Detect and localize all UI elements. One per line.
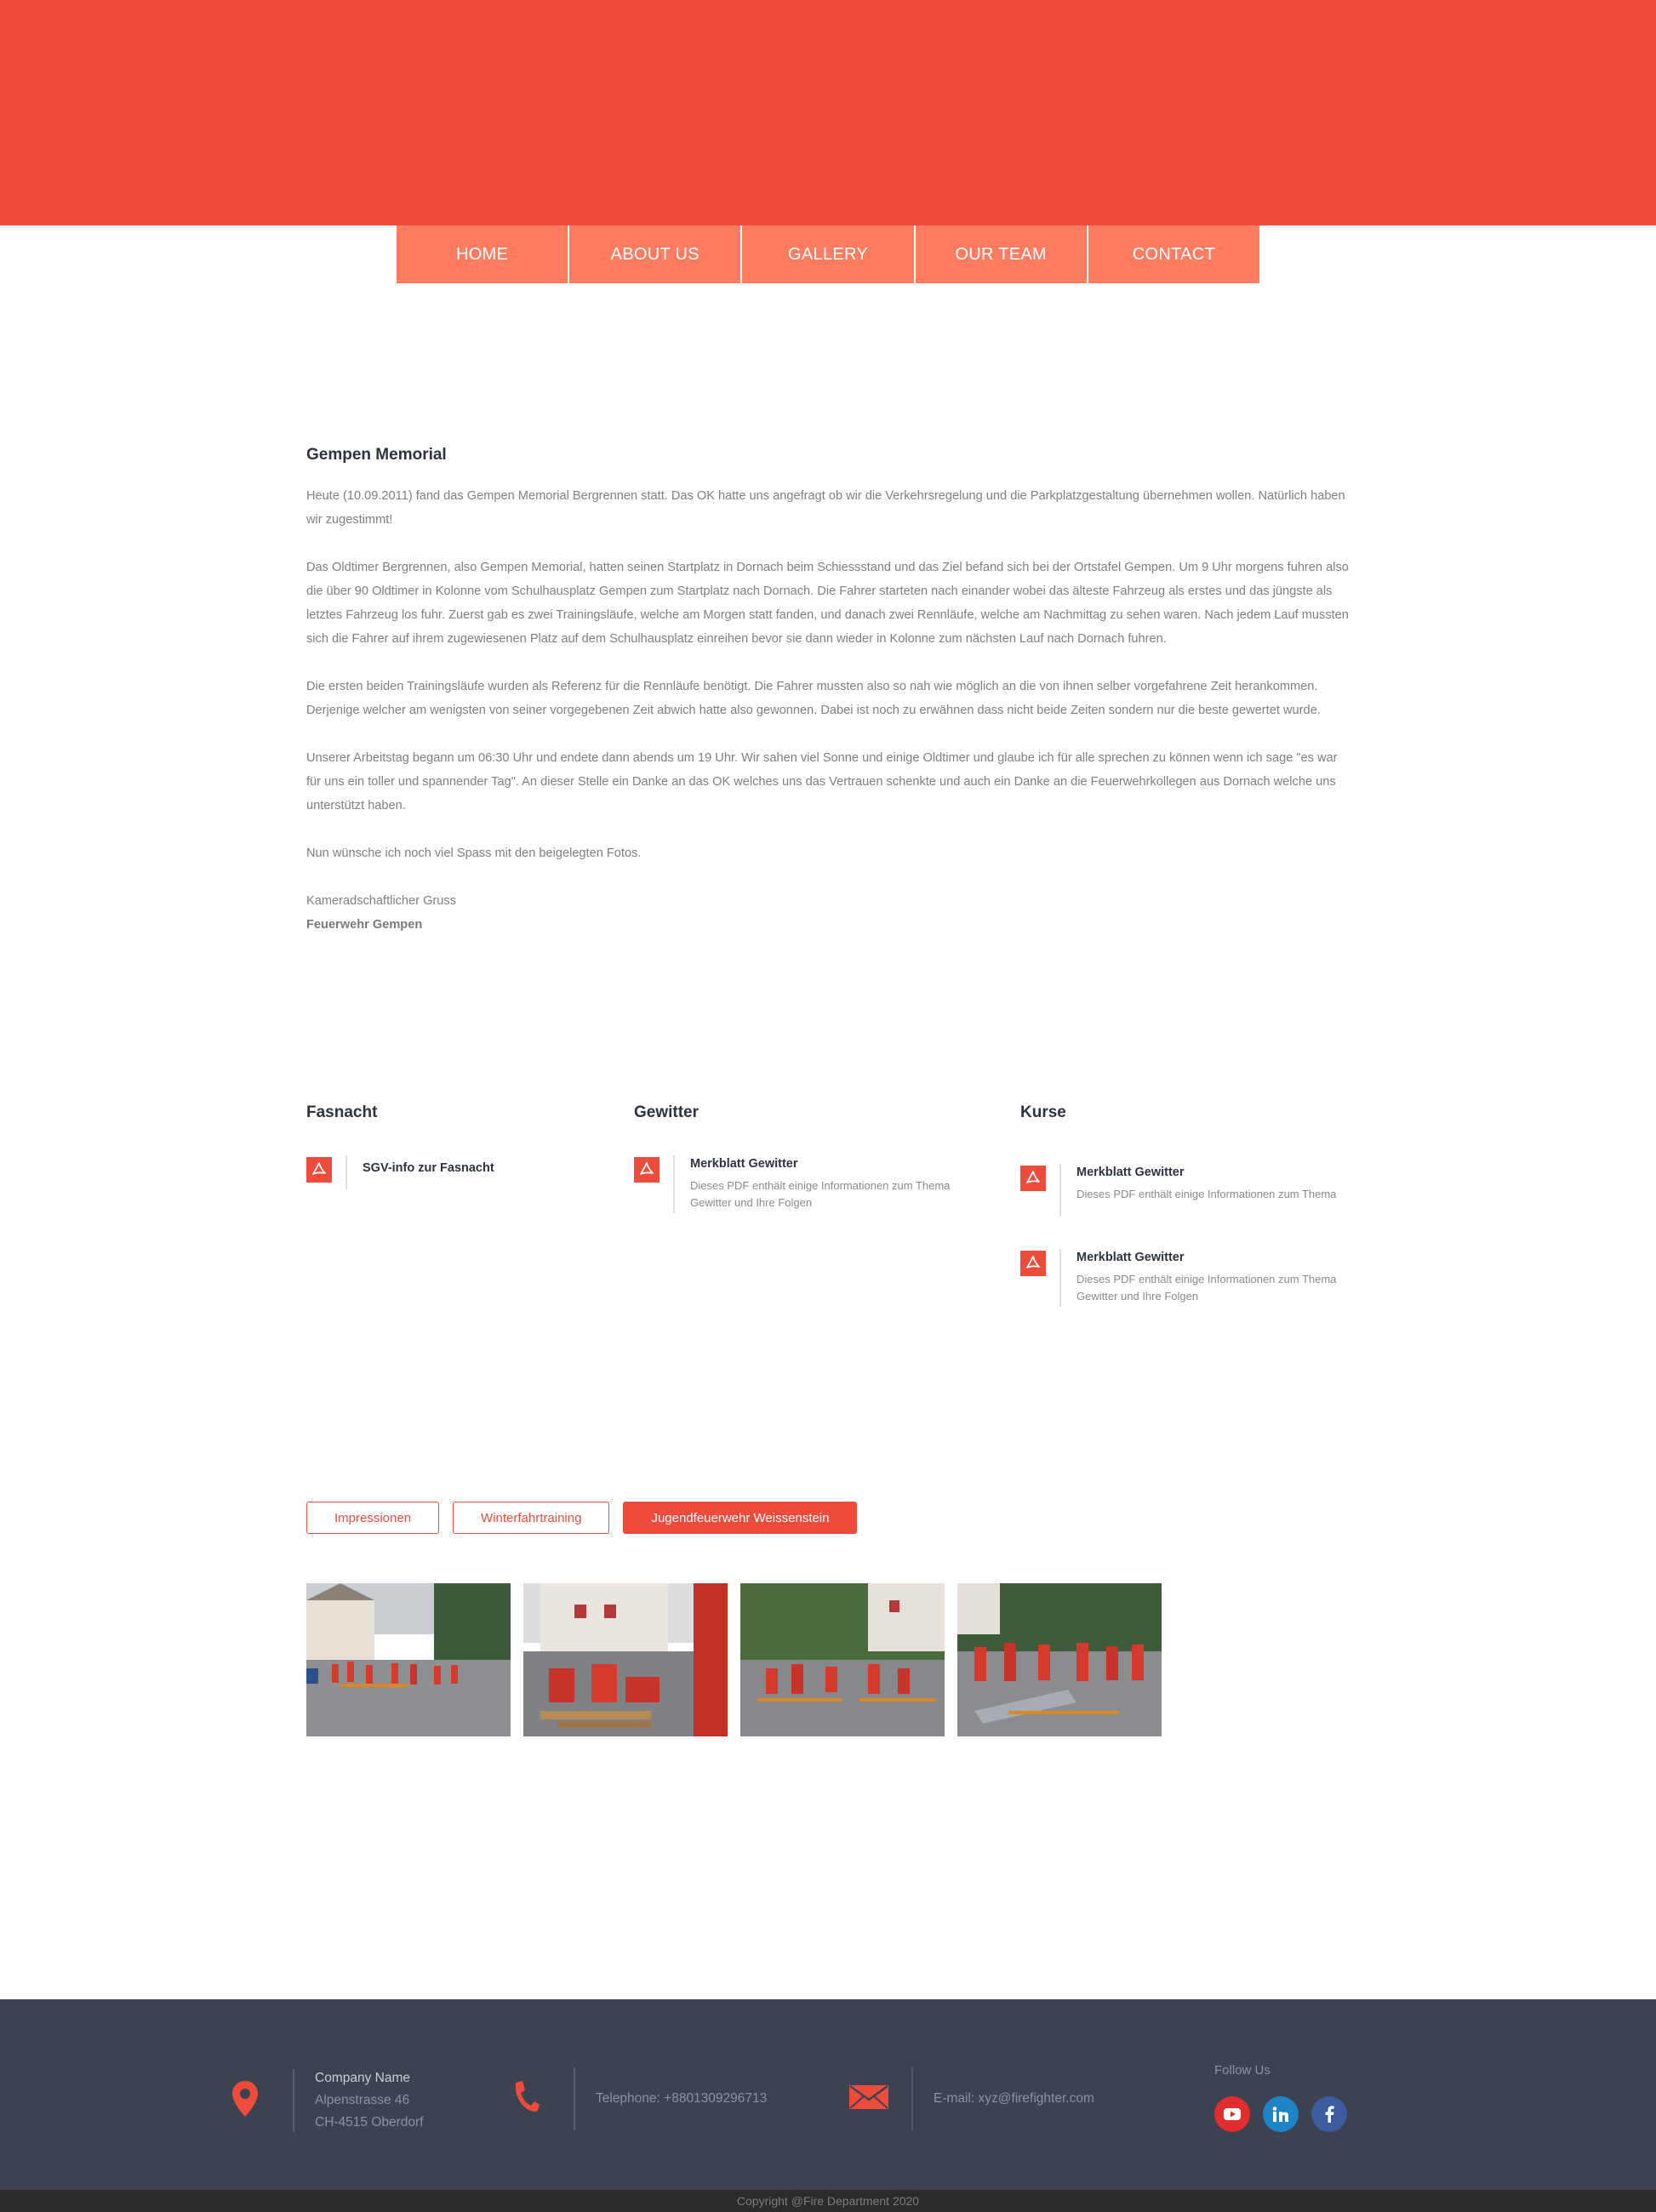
filter-jugendfeuerwehr-weissenstein[interactable]: Jugendfeuerwehr Weissenstein (623, 1502, 858, 1534)
downloads-kurse: Kurse (1020, 1103, 1066, 1122)
company-name: Company Name (315, 2071, 410, 2085)
pdf-title[interactable]: Merkblatt Gewitter (1076, 1249, 1366, 1266)
pdf-icon (1020, 1166, 1046, 1191)
footer-address: Company Name Alpenstrasse 46 CH-4515 Obe… (230, 2067, 424, 2134)
article-paragraph: Unserer Arbeitstag begann um 06:30 Uhr u… (306, 751, 1338, 812)
pdf-icon (306, 1157, 332, 1183)
envelope-icon (848, 2083, 889, 2116)
pdf-title[interactable]: SGV-info zur Fasnacht (363, 1160, 494, 1177)
pdf-description: Dieses PDF enthält einige Informationen … (690, 1179, 951, 1209)
pdf-title[interactable]: Merkblatt Gewitter (1076, 1164, 1366, 1181)
article-paragraph: Heute (10.09.2011) fand das Gempen Memor… (306, 489, 1345, 527)
photo-gallery (306, 1583, 1162, 1736)
nav-home[interactable]: HOME (397, 225, 570, 283)
social-links (1214, 2096, 1347, 2132)
article: Gempen Memorial Heute (10.09.2011) fand … (306, 446, 1350, 937)
facebook-icon[interactable] (1311, 2096, 1347, 2132)
downloads-gewitter: Gewitter (634, 1103, 699, 1122)
downloads-heading: Kurse (1020, 1103, 1066, 1121)
main-nav: HOME ABOUT US GALLERY OUR TEAM CONTACT (397, 225, 1259, 283)
article-paragraph: Das Oldtimer Bergrennen, also Gempen Mem… (306, 561, 1349, 646)
downloads-heading: Gewitter (634, 1103, 700, 1121)
pdf-description: Dieses PDF enthält einige Informationen … (1076, 1273, 1337, 1303)
follow-us-label: Follow Us (1214, 2063, 1271, 2078)
gallery-filters: Impressionen Winterfahrtraining Jugendfe… (306, 1502, 858, 1534)
divider (911, 2067, 913, 2130)
footer-email: E-mail: xyz@firefighter.com (848, 2067, 1094, 2130)
telephone[interactable]: Telephone: +8801309296713 (596, 2088, 767, 2110)
nav-gallery[interactable]: GALLERY (742, 225, 916, 283)
copyright-bar: Copyright @Fire Department 2020 (0, 2190, 1656, 2212)
pdf-download-item[interactable]: Merkblatt Gewitter Dieses PDF enthält ei… (634, 1155, 971, 1213)
divider (1059, 1249, 1061, 1307)
filter-impressionen[interactable]: Impressionen (306, 1502, 440, 1534)
filter-winterfahrtraining[interactable]: Winterfahrtraining (453, 1502, 610, 1534)
address-line-2: CH-4515 Oberdorf (315, 2115, 424, 2129)
gallery-photo[interactable] (957, 1583, 1162, 1736)
divider (293, 2069, 294, 2132)
gallery-photo[interactable] (306, 1583, 511, 1736)
pdf-description: Dieses PDF enthält einige Informationen … (1076, 1188, 1337, 1200)
downloads-fasnacht: Fasnacht (306, 1103, 377, 1122)
article-title: Gempen Memorial (306, 446, 447, 464)
location-pin-icon (230, 2079, 260, 2123)
youtube-icon[interactable] (1214, 2096, 1250, 2132)
email[interactable]: E-mail: xyz@firefighter.com (934, 2088, 1094, 2110)
downloads-heading: Fasnacht (306, 1103, 378, 1121)
article-signoff: Kameradschaftlicher Gruss Feuerwehr Gemp… (306, 889, 1350, 937)
pdf-download-item[interactable]: Merkblatt Gewitter Dieses PDF enthält ei… (1020, 1164, 1366, 1217)
pdf-download-item[interactable]: Merkblatt Gewitter Dieses PDF enthält ei… (1020, 1249, 1366, 1307)
nav-about-us[interactable]: ABOUT US (569, 225, 743, 283)
footer-telephone: Telephone: +8801309296713 (511, 2067, 767, 2130)
greeting: Kameradschaftlicher Gruss (306, 894, 457, 908)
nav-contact[interactable]: CONTACT (1088, 225, 1259, 283)
article-paragraph: Nun wünsche ich noch viel Spass mit den … (306, 847, 642, 860)
phone-icon (511, 2078, 541, 2121)
pdf-download-item[interactable]: SGV-info zur Fasnacht (306, 1155, 494, 1189)
pdf-title[interactable]: Merkblatt Gewitter (690, 1155, 971, 1172)
divider (345, 1155, 347, 1189)
gallery-photo[interactable] (740, 1583, 945, 1736)
nav-our-team[interactable]: OUR TEAM (916, 225, 1088, 283)
pdf-icon (1020, 1251, 1046, 1276)
divider (673, 1155, 675, 1213)
linkedin-icon[interactable] (1263, 2096, 1299, 2132)
pdf-icon (634, 1157, 660, 1183)
address-line-1: Alpenstrasse 46 (315, 2093, 410, 2107)
gallery-photo[interactable] (523, 1583, 728, 1736)
hero-banner (0, 0, 1656, 225)
divider (574, 2067, 575, 2130)
signature: Feuerwehr Gempen (306, 918, 423, 932)
article-paragraph: Die ersten beiden Trainingsläufe wurden … (306, 680, 1321, 717)
divider (1059, 1164, 1061, 1217)
